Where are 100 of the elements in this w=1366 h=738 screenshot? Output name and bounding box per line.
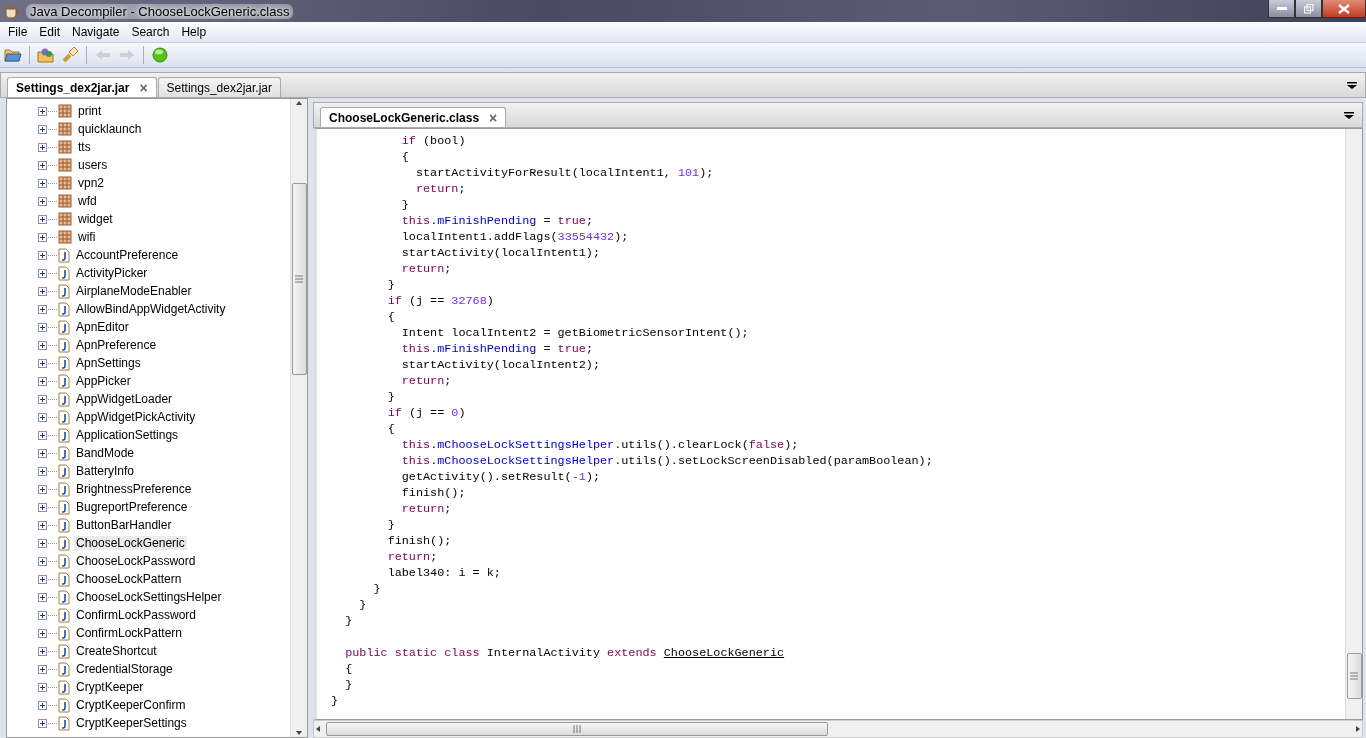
expand-icon[interactable] <box>38 214 58 224</box>
file-tab[interactable]: Settings_dex2jar.jar × <box>7 77 157 97</box>
tree-item[interactable]: ChooseLockGeneric <box>74 536 187 550</box>
expand-icon[interactable] <box>38 322 58 332</box>
tree-item[interactable]: wfd <box>76 194 99 208</box>
restore-button[interactable] <box>1295 0 1322 18</box>
tree-item[interactable]: BugreportPreference <box>74 500 190 514</box>
scroll-thumb[interactable] <box>326 722 828 736</box>
toolbar-button[interactable] <box>149 44 171 66</box>
expand-icon[interactable] <box>38 700 58 710</box>
dropdown-icon[interactable] <box>1347 82 1357 89</box>
vertical-scrollbar[interactable] <box>1345 129 1362 719</box>
expand-icon[interactable] <box>38 340 58 350</box>
menu-item[interactable]: Search <box>125 22 176 42</box>
coffee-cup-icon <box>4 3 20 19</box>
close-tab-icon[interactable]: × <box>489 110 498 125</box>
expand-icon[interactable] <box>38 520 58 530</box>
menu-item[interactable]: File <box>2 22 34 42</box>
tree-item[interactable]: CryptKeeperConfirm <box>74 698 188 712</box>
expand-icon[interactable] <box>38 106 58 116</box>
expand-icon[interactable] <box>38 160 58 170</box>
expand-icon[interactable] <box>38 592 58 602</box>
menu-item[interactable]: Navigate <box>66 22 126 42</box>
expand-icon[interactable] <box>38 142 58 152</box>
dropdown-icon[interactable] <box>1344 112 1354 119</box>
horizontal-scrollbar[interactable] <box>313 720 1363 738</box>
tree-item[interactable]: ConfirmLockPattern <box>74 626 185 640</box>
expand-icon[interactable] <box>38 466 58 476</box>
tree-item[interactable]: AccountPreference <box>74 248 181 262</box>
class-link[interactable]: ChooseLockGeneric <box>663 646 785 660</box>
tree-item[interactable]: users <box>76 158 110 172</box>
tree-item[interactable]: AppWidgetLoader <box>74 392 175 406</box>
tree-item[interactable]: BatteryInfo <box>74 464 137 478</box>
expand-icon[interactable] <box>38 358 58 368</box>
tree-item[interactable]: AppPicker <box>74 374 133 388</box>
expand-icon[interactable] <box>38 484 58 494</box>
tree-item[interactable]: ChooseLockPattern <box>74 572 184 586</box>
expand-icon[interactable] <box>38 268 58 278</box>
expand-icon[interactable] <box>38 124 58 134</box>
tree-item[interactable]: AppWidgetPickActivity <box>74 410 198 424</box>
scroll-down-icon[interactable] <box>295 729 303 737</box>
expand-icon[interactable] <box>38 286 58 296</box>
tree-item[interactable]: CryptKeeper <box>74 680 146 694</box>
expand-icon[interactable] <box>38 718 58 728</box>
tree-item[interactable]: ApplicationSettings <box>74 428 181 442</box>
expand-icon[interactable] <box>38 556 58 566</box>
tree-item[interactable]: quicklaunch <box>76 122 144 136</box>
scroll-right-icon[interactable] <box>1354 725 1362 733</box>
tree-item[interactable]: BrightnessPreference <box>74 482 194 496</box>
file-tab[interactable]: Settings_dex2jar.jar <box>157 77 281 97</box>
tree-item[interactable]: tts <box>76 140 93 154</box>
tree-item[interactable]: ChooseLockSettingsHelper <box>74 590 224 604</box>
expand-icon[interactable] <box>38 448 58 458</box>
editor-tab[interactable]: ChooseLockGeneric.class × <box>320 107 507 127</box>
tree-item[interactable]: ChooseLockPassword <box>74 554 198 568</box>
expand-icon[interactable] <box>38 646 58 656</box>
tree-item[interactable]: vpn2 <box>76 176 107 190</box>
expand-icon[interactable] <box>38 232 58 242</box>
tree-item[interactable]: ApnEditor <box>74 320 131 334</box>
tree-item[interactable]: ApnPreference <box>74 338 159 352</box>
close-icon <box>1338 3 1350 14</box>
expand-icon[interactable] <box>38 394 58 404</box>
tree-item[interactable]: CredentialStorage <box>74 662 175 676</box>
close-button[interactable] <box>1322 0 1366 18</box>
tree-item[interactable]: ButtonBarHandler <box>74 518 174 532</box>
expand-icon[interactable] <box>38 664 58 674</box>
tree-item[interactable]: widget <box>76 212 115 226</box>
tree-item[interactable]: CreateShortcut <box>74 644 159 658</box>
tree-item[interactable]: BandMode <box>74 446 137 460</box>
expand-icon[interactable] <box>38 628 58 638</box>
expand-icon[interactable] <box>38 538 58 548</box>
tree-item[interactable]: AirplaneModeEnabler <box>74 284 194 298</box>
scroll-thumb[interactable] <box>291 183 307 375</box>
expand-icon[interactable] <box>38 412 58 422</box>
tree-item[interactable]: ActivityPicker <box>74 266 150 280</box>
expand-icon[interactable] <box>38 610 58 620</box>
tree-item[interactable]: ApnSettings <box>74 356 143 370</box>
tree-item[interactable]: print <box>76 104 104 118</box>
tree-item[interactable]: ConfirmLockPassword <box>74 608 199 622</box>
expand-icon[interactable] <box>38 250 58 260</box>
expand-icon[interactable] <box>38 682 58 692</box>
scroll-left-icon[interactable] <box>314 725 322 733</box>
minimize-button[interactable] <box>1268 0 1295 18</box>
tree-item[interactable]: AllowBindAppWidgetActivity <box>74 302 228 316</box>
expand-icon[interactable] <box>38 376 58 386</box>
expand-icon[interactable] <box>38 502 58 512</box>
expand-icon[interactable] <box>38 574 58 584</box>
scroll-thumb[interactable] <box>1346 653 1362 699</box>
tree-item[interactable]: CryptKeeperSettings <box>74 716 189 730</box>
close-tab-icon[interactable]: × <box>139 80 148 95</box>
vertical-scrollbar[interactable] <box>290 99 307 737</box>
expand-icon[interactable] <box>38 430 58 440</box>
menu-item[interactable]: Help <box>175 22 213 42</box>
expand-icon[interactable] <box>38 196 58 206</box>
tree-item[interactable]: wifi <box>76 230 98 244</box>
java-file-icon <box>58 265 70 281</box>
menu-item[interactable]: Edit <box>33 22 67 42</box>
java-file-icon <box>58 283 70 299</box>
expand-icon[interactable] <box>38 304 58 314</box>
expand-icon[interactable] <box>38 178 58 188</box>
